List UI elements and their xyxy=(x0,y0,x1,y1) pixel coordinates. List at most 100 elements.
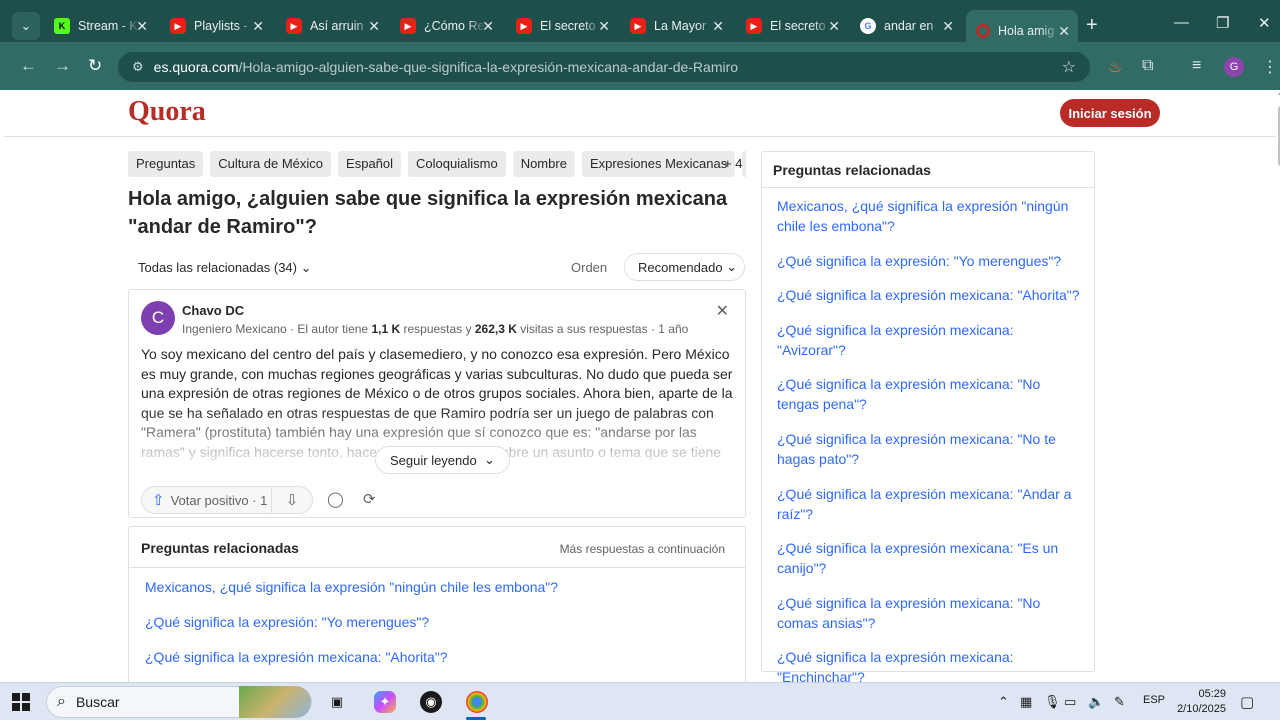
taskbar-search[interactable]: ⌕ Buscar xyxy=(46,686,312,718)
close-icon[interactable]: ✕ xyxy=(482,18,494,35)
related-question-link[interactable]: Mexicanos, ¿qué significa la expresión "… xyxy=(777,196,1085,236)
tab-title: andar en xyxy=(884,19,934,33)
minimize-icon[interactable]: — xyxy=(1174,14,1189,31)
topic-chip[interactable]: Cultura de México xyxy=(210,151,332,177)
answers-count: 1,1 K xyxy=(371,322,401,336)
avatar[interactable]: C xyxy=(141,301,175,335)
volume-icon[interactable]: 🔈 xyxy=(1088,694,1104,710)
sidebar-heading: Preguntas relacionadas xyxy=(773,162,931,178)
answers-filter-dropdown[interactable]: Todas las relacionadas (34) ⌄ xyxy=(138,260,312,276)
sort-value: Recomendado xyxy=(638,259,723,275)
address-bar[interactable]: ⚙ es.quora.com/Hola-amigo-alguien-sabe-q… xyxy=(118,52,1090,82)
topic-chip[interactable]: Nombre xyxy=(512,151,575,177)
restore-icon[interactable]: ❐ xyxy=(1216,14,1229,32)
related-question-link[interactable]: ¿Qué significa la expresión mexicana: "A… xyxy=(777,484,1085,524)
close-icon[interactable]: ✕ xyxy=(598,18,610,35)
related-question-link[interactable]: ¿Qué significa la expresión mexicana: "A… xyxy=(777,320,1085,360)
pen-icon[interactable]: ✎ xyxy=(1114,694,1125,710)
related-question-link[interactable]: ¿Qué significa la expresión: "Yo merengu… xyxy=(145,612,735,647)
close-icon[interactable]: ✕ xyxy=(942,18,954,35)
divider xyxy=(129,567,745,568)
close-icon[interactable]: ✕ xyxy=(368,18,380,35)
extensions-puzzle-icon[interactable]: ⧉ xyxy=(1142,57,1153,75)
kebab-menu-icon[interactable]: ⋮ xyxy=(1262,57,1278,77)
close-icon[interactable]: ✕ xyxy=(712,18,724,35)
downvote-arrow-icon: ⇩ xyxy=(285,492,299,509)
browser-tab[interactable]: ▶ Así arruin ✕ xyxy=(276,10,388,42)
close-icon[interactable]: ✕ xyxy=(716,301,729,321)
more-answers-label: Más respuestas a continuación xyxy=(559,542,725,556)
related-question-link[interactable]: ¿Qué significa la expresión mexicana: "N… xyxy=(777,593,1085,633)
youtube-icon: ▶ xyxy=(400,18,416,34)
chrome-icon[interactable] xyxy=(466,691,488,713)
extension-fire-icon[interactable]: ♨ xyxy=(1108,57,1122,77)
related-question-link[interactable]: ¿Qué significa la expresión mexicana: "N… xyxy=(777,429,1085,469)
close-icon[interactable]: ✕ xyxy=(1058,23,1070,40)
author-name[interactable]: Chavo DC xyxy=(182,303,244,318)
tab-title: Así arruin xyxy=(310,19,364,33)
bookmark-star-icon[interactable]: ☆ xyxy=(1062,57,1076,77)
back-icon[interactable]: ← xyxy=(20,56,37,76)
topic-chip[interactable]: Expresiones Mexicanas xyxy=(581,151,736,177)
copilot-icon[interactable]: ✦ xyxy=(374,691,396,713)
topic-chip[interactable]: Preguntas xyxy=(128,151,204,177)
topic-chip[interactable]: Español xyxy=(338,151,402,177)
browser-tab[interactable]: ▶ La Mayor ✕ xyxy=(620,10,732,42)
new-tab-button[interactable]: + xyxy=(1086,14,1098,37)
language-indicator[interactable]: ESP xyxy=(1143,694,1165,706)
windows-taskbar: ⌕ Buscar ▣ ✦ ◉ ⌃ ▦ 🎙 ▭ 🔈 ✎ ESP 05:29 2/10… xyxy=(0,682,1280,720)
browser-tab[interactable]: ▶ Playlists - ✕ xyxy=(160,10,272,42)
close-window-icon[interactable]: ✕ xyxy=(1258,14,1271,32)
app-icon[interactable]: ◉ xyxy=(420,691,442,713)
network-icon[interactable]: ▭ xyxy=(1064,694,1076,710)
notifications-icon[interactable]: ▢ xyxy=(1240,693,1254,711)
downvote-button[interactable]: ⇩ xyxy=(272,491,312,509)
chevron-up-icon[interactable]: ⌃ xyxy=(998,694,1009,710)
sort-dropdown[interactable]: Recomendado ⌄ xyxy=(624,253,745,281)
tray-app-icon[interactable]: ▦ xyxy=(1020,694,1032,710)
comment-icon[interactable]: ◯ xyxy=(327,490,344,508)
close-icon[interactable]: ✕ xyxy=(252,18,264,35)
upvote-button[interactable]: ⇧ Votar positivo · 1 xyxy=(142,487,272,513)
topic-chip[interactable]: Coloquialismo xyxy=(408,151,506,177)
tab-title: ¿Cómo Re xyxy=(424,19,485,33)
browser-tab[interactable]: ▶ El secreto ✕ xyxy=(736,10,848,42)
close-icon[interactable]: ✕ xyxy=(828,18,840,35)
topic-list: Preguntas Cultura de México Español Coloqui… xyxy=(128,151,746,177)
media-control-icon[interactable]: ≡ xyxy=(1192,57,1201,75)
windows-start-icon[interactable] xyxy=(12,693,30,711)
more-topics-button[interactable]: + 4 xyxy=(724,151,742,177)
login-button[interactable]: Iniciar sesión xyxy=(1060,99,1160,127)
share-icon[interactable]: ⟳ xyxy=(363,490,376,508)
close-icon[interactable]: ✕ xyxy=(136,18,148,35)
related-question-link[interactable]: ¿Qué significa la expresión mexicana: "E… xyxy=(777,538,1085,578)
forward-icon[interactable]: → xyxy=(54,56,71,76)
related-question-link[interactable]: Mexicanos, ¿qué significa la expresión "… xyxy=(145,577,735,612)
browser-tab[interactable]: ▶ El secreto ✕ xyxy=(506,10,618,42)
related-heading: Preguntas relacionadas xyxy=(141,540,299,556)
profile-avatar[interactable]: G xyxy=(1224,57,1244,77)
search-highlight-image xyxy=(239,686,311,718)
browser-tab[interactable]: K Stream - K ✕ xyxy=(44,10,156,42)
related-question-link[interactable]: ¿Qué significa la expresión: "Yo merengu… xyxy=(777,251,1085,271)
answer-card: C Chavo DC Ingeniero Mexicano · El autor… xyxy=(128,289,746,518)
site-info-icon[interactable]: ⚙ xyxy=(132,59,144,75)
reload-icon[interactable]: ↻ xyxy=(88,56,102,76)
related-question-link[interactable]: ¿Qué significa la expresión mexicana: "A… xyxy=(777,285,1085,305)
related-question-link[interactable]: ¿Qué significa la expresión mexicana: "A… xyxy=(145,647,735,682)
related-question-link[interactable]: ¿Qué significa la expresión mexicana: "N… xyxy=(777,374,1085,414)
browser-tab[interactable]: ▶ ¿Cómo Re ✕ xyxy=(390,10,502,42)
author-meta: Ingeniero Mexicano · El autor tiene 1,1 … xyxy=(182,322,688,336)
topic-chip[interactable]: E xyxy=(742,151,746,177)
tab-search-button[interactable]: ⌄ xyxy=(12,12,40,40)
browser-tab[interactable]: G andar en ✕ xyxy=(850,10,962,42)
read-more-button[interactable]: Seguir leyendo ⌄ xyxy=(375,446,510,474)
quora-logo[interactable]: Quora xyxy=(128,96,206,128)
tab-title: Hola amig xyxy=(998,24,1055,38)
clock-date: 2/10/2025 xyxy=(1177,703,1226,715)
task-view-icon[interactable]: ▣ xyxy=(326,691,348,713)
clock-time: 05:29 xyxy=(1198,688,1226,700)
page-scrollbar[interactable]: ▲ xyxy=(1276,90,1280,682)
microphone-icon[interactable]: 🎙 xyxy=(1044,694,1061,710)
clock[interactable]: 05:29 2/10/2025 xyxy=(1168,687,1226,717)
